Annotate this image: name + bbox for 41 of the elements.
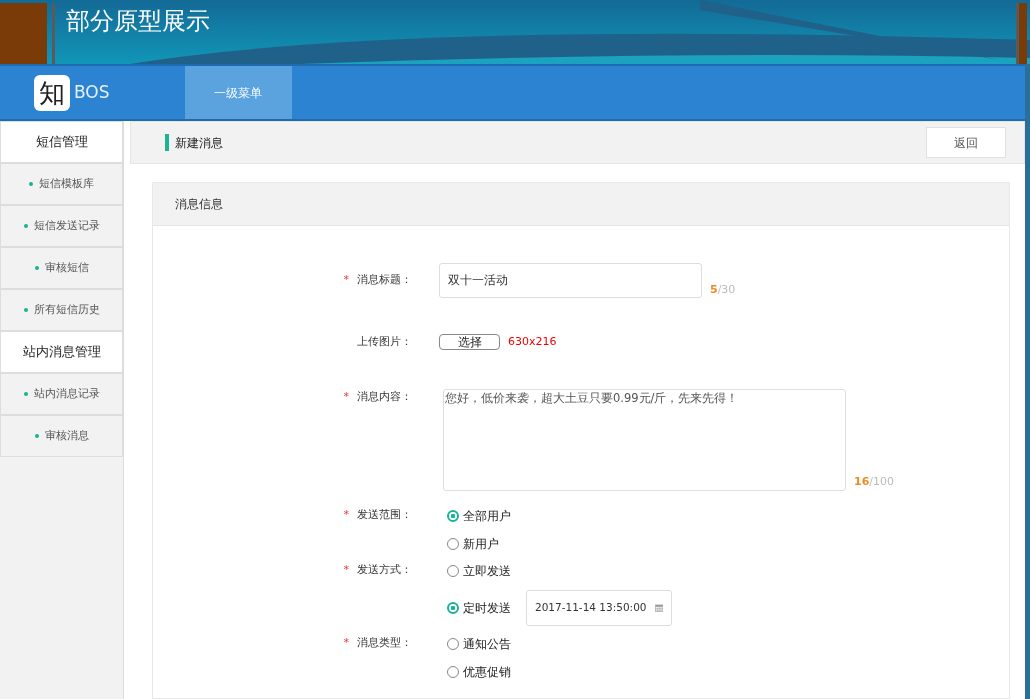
radio-option[interactable]: 通知公告 <box>447 634 511 653</box>
panel-title: 消息信息 <box>153 183 1009 226</box>
sidebar-item[interactable]: 站内消息记录 <box>0 373 123 415</box>
logo-icon: 知 <box>34 74 70 111</box>
char-counter: 16/100 <box>854 474 894 490</box>
field-label: * 发送方式： <box>343 561 412 578</box>
brand-name: BOS <box>74 80 110 104</box>
radio-option[interactable]: 立即发送 <box>447 561 511 580</box>
radio-option[interactable]: 定时发送 <box>447 598 511 617</box>
sidebar-group-header[interactable]: 短信管理 <box>0 121 123 163</box>
sidebar-item[interactable]: 短信发送记录 <box>0 205 123 247</box>
field-label: 上传图片： <box>357 334 412 350</box>
bullet-icon <box>23 224 28 228</box>
sidebar-item[interactable]: 短信模板库 <box>0 163 123 205</box>
date-time-value: 2017-11-14 13:50:00 <box>535 599 647 615</box>
date-time-field[interactable]: 2017-11-14 13:50:00 <box>526 589 672 626</box>
field-label: * 消息内容： <box>343 388 412 405</box>
banner-title: 部分原型展示 <box>66 6 210 37</box>
radio-option[interactable]: 优惠促销 <box>447 662 511 681</box>
field-label: * 发送范围： <box>343 506 412 523</box>
bullet-icon <box>34 266 39 270</box>
bullet-icon <box>34 434 39 438</box>
sidebar-item[interactable]: 审核短信 <box>0 247 123 289</box>
sidebar-item[interactable]: 审核消息 <box>0 415 123 457</box>
bullet-icon <box>29 182 33 186</box>
content-field[interactable]: 您好，低价来袭，超大土豆只要0.99元/斤，先来先得！ <box>443 388 846 491</box>
sidebar-group-header[interactable]: 站内消息管理 <box>0 331 123 373</box>
bullet-icon <box>23 308 28 312</box>
field-label: * 消息类型： <box>343 634 412 651</box>
title-marker <box>165 134 169 151</box>
radio-option[interactable]: 新用户 <box>447 534 499 553</box>
char-counter: 5/30 <box>710 281 736 298</box>
bullet-icon <box>23 392 28 396</box>
sidebar-item[interactable]: 所有短信历史 <box>0 289 123 331</box>
radio-option[interactable]: 全部用户 <box>447 506 511 525</box>
size-hint: 630x216 <box>508 334 557 350</box>
field-label: * 消息标题： <box>343 272 412 288</box>
page-title: 新建消息 <box>175 134 223 152</box>
input-field[interactable]: 双十一活动 <box>439 263 702 298</box>
choose-button[interactable]: 选择 <box>439 334 500 351</box>
back-button[interactable]: 返回 <box>926 127 1006 158</box>
